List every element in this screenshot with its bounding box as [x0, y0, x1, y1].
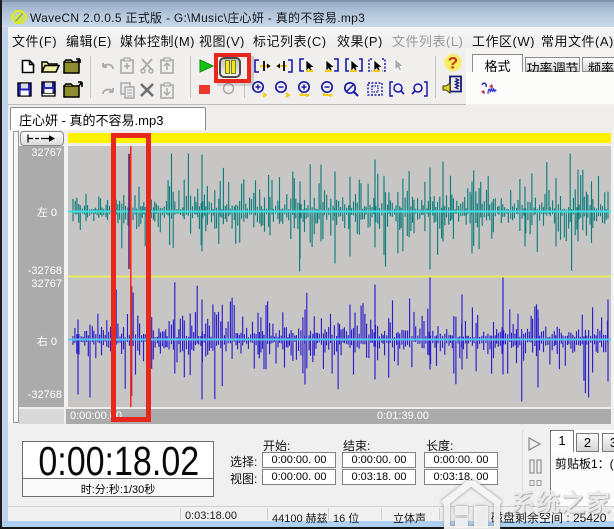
svg-text:?: ? — [448, 54, 458, 73]
